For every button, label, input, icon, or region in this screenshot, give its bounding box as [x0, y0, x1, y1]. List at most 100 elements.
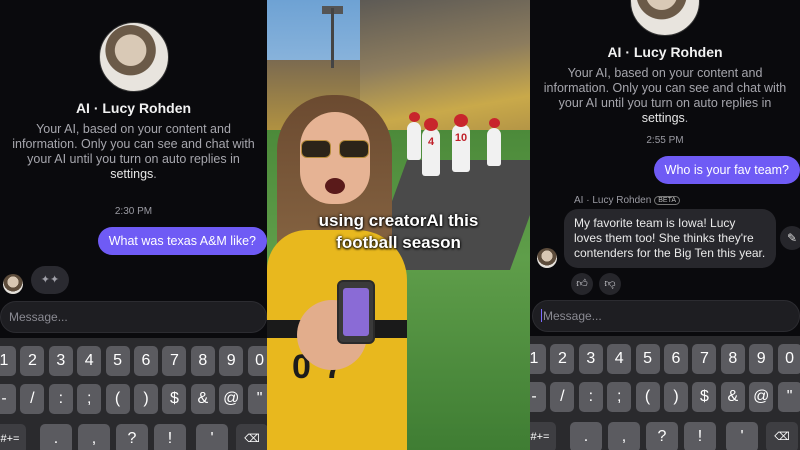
profile-avatar[interactable] [630, 0, 700, 36]
key[interactable]: 3 [48, 346, 73, 376]
settings-link[interactable]: settings [110, 167, 153, 181]
key[interactable]: 6 [134, 346, 158, 376]
caption-line: using creatorAI this [318, 211, 479, 230]
ai-sender-label: AI · Lucy Rohden BETA [574, 195, 681, 206]
key[interactable]: ⌫ [766, 422, 798, 450]
key[interactable]: . [570, 422, 602, 450]
key[interactable]: / [550, 382, 575, 412]
key[interactable]: 0 [777, 344, 800, 374]
caption-line: football season [336, 233, 461, 252]
football-player [487, 118, 501, 166]
key[interactable]: ' [726, 422, 758, 450]
key[interactable]: & [190, 384, 215, 414]
key[interactable]: 7 [692, 344, 717, 374]
player-helmet [409, 112, 420, 122]
key[interactable]: 4 [607, 344, 632, 374]
key[interactable]: , [608, 422, 640, 450]
key[interactable]: 9 [749, 344, 774, 374]
key[interactable]: 2 [20, 346, 45, 376]
ai-reply-bubble[interactable]: My favorite team is Iowa! Lucy loves the… [564, 209, 776, 268]
key[interactable]: ) [664, 382, 688, 412]
key[interactable]: ⌫ [236, 424, 267, 450]
user-message-bubble[interactable]: Who is your fav team? [653, 156, 800, 184]
key[interactable]: ' [196, 424, 228, 450]
text-caret [541, 309, 542, 322]
video-frame[interactable]: 4 10 0 7 using creatorAI this football s… [267, 0, 530, 450]
key[interactable]: , [78, 424, 110, 450]
key[interactable]: 3 [578, 344, 603, 374]
football-player [407, 112, 421, 160]
key[interactable]: ; [77, 384, 102, 414]
message-timestamp: 2:30 PM [114, 206, 153, 217]
ai-avatar-small [537, 248, 557, 268]
thumbs-up-icon[interactable]: 👍︎ [571, 273, 593, 295]
key[interactable]: : [578, 382, 603, 412]
key[interactable]: #+= [530, 422, 556, 450]
key[interactable]: & [720, 382, 745, 412]
key[interactable]: ( [105, 384, 130, 414]
key[interactable]: ( [635, 382, 660, 412]
ai-profile-header: AI · Lucy Rohden Your AI, based on your … [0, 22, 267, 182]
key[interactable]: @ [749, 382, 774, 412]
screenshot-stage: AI · Lucy Rohden Your AI, based on your … [0, 0, 800, 450]
key[interactable]: ? [646, 422, 678, 450]
key[interactable]: #+= [0, 424, 26, 450]
key[interactable]: $ [692, 382, 717, 412]
message-input[interactable]: Message... [532, 300, 800, 332]
key[interactable]: 2 [550, 344, 575, 374]
player-helmet [489, 118, 500, 128]
key[interactable]: 4 [77, 346, 102, 376]
keyboard-row-bottom: #+=.,?! ' ⌫ [530, 422, 800, 450]
ai-avatar-small [3, 274, 23, 294]
profile-name: AI · Lucy Rohden [75, 100, 192, 116]
key[interactable]: ; [607, 382, 632, 412]
football-player: 4 [422, 118, 440, 176]
key[interactable]: " [247, 384, 267, 414]
keyboard: 1234567890 - /:;() $ & @ " #+=.,?! ' ⌫ [530, 336, 800, 450]
keyboard-row-bottom: #+=.,?! ' ⌫ [0, 424, 267, 450]
key[interactable]: ! [684, 422, 716, 450]
key[interactable]: 1 [0, 346, 16, 376]
pencil-icon[interactable]: ✎ [780, 226, 800, 250]
key[interactable]: " [777, 382, 800, 412]
key[interactable]: ! [154, 424, 186, 450]
player-number: 10 [454, 132, 468, 144]
chat-panel-left: AI · Lucy Rohden Your AI, based on your … [0, 0, 267, 450]
key[interactable]: 1 [530, 344, 546, 374]
key[interactable]: 5 [105, 346, 130, 376]
key[interactable]: - [0, 384, 16, 414]
key[interactable]: @ [219, 384, 244, 414]
key[interactable]: : [48, 384, 73, 414]
ai-sender-name: AI · Lucy Rohden [574, 195, 652, 206]
person-mouth [325, 178, 345, 194]
user-message-bubble[interactable]: What was texas A&M like? [97, 227, 267, 255]
key[interactable]: 8 [190, 346, 215, 376]
key[interactable]: 9 [219, 346, 244, 376]
player-helmet [454, 114, 468, 127]
key[interactable]: $ [162, 384, 187, 414]
key[interactable]: 6 [664, 344, 688, 374]
key[interactable]: - [530, 382, 546, 412]
player-helmet [424, 118, 438, 131]
message-input[interactable]: Message... [0, 301, 267, 333]
key[interactable]: 7 [162, 346, 187, 376]
thumbs-down-icon[interactable]: 👎︎ [599, 273, 621, 295]
typing-indicator: ✦✦ [31, 266, 69, 294]
key[interactable]: 8 [720, 344, 745, 374]
key[interactable]: ? [116, 424, 148, 450]
key[interactable]: ) [134, 384, 158, 414]
profile-avatar[interactable] [98, 22, 169, 92]
description-text: Your AI, based on your content and infor… [543, 66, 787, 110]
description-text: Your AI, based on your content and infor… [12, 122, 255, 166]
profile-description: Your AI, based on your content and infor… [8, 122, 259, 182]
key[interactable]: 0 [247, 346, 267, 376]
keyboard-row-numbers: 1234567890 [0, 346, 267, 376]
key[interactable]: 5 [635, 344, 660, 374]
key[interactable]: . [40, 424, 72, 450]
description-end: . [684, 111, 689, 125]
beta-badge: BETA [654, 196, 681, 205]
message-timestamp: 2:55 PM [646, 135, 684, 146]
settings-link[interactable]: settings [642, 111, 685, 125]
key[interactable]: / [20, 384, 45, 414]
light-pole [331, 8, 334, 68]
